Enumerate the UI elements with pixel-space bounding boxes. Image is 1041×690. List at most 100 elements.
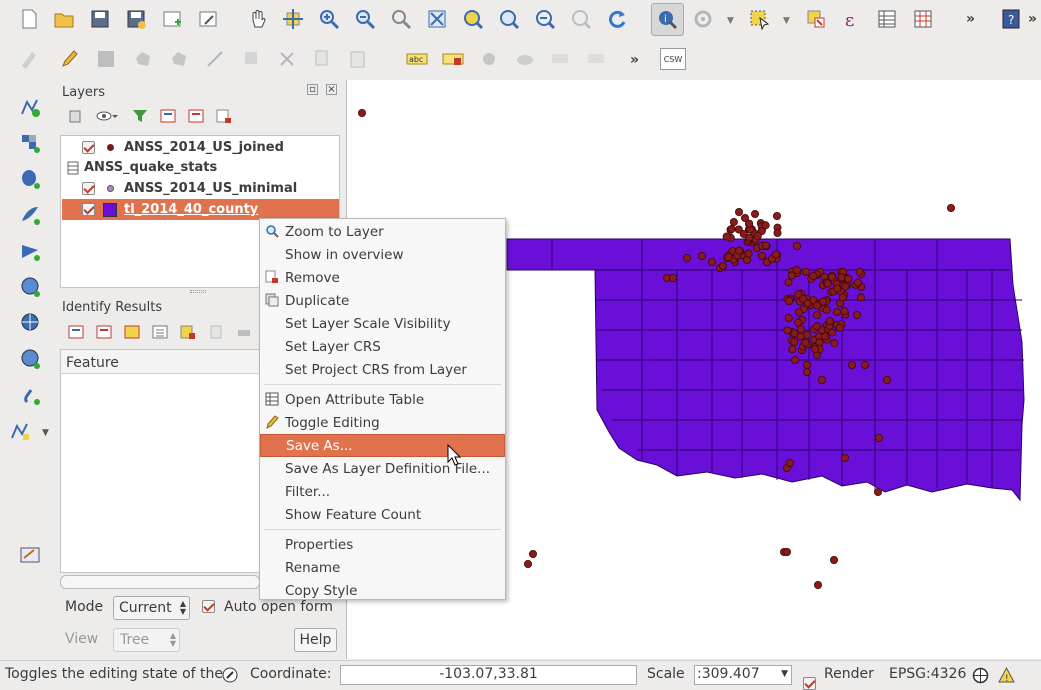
render-checkbox[interactable] bbox=[803, 676, 816, 690]
add-delimited-text-icon[interactable] bbox=[15, 380, 45, 410]
add-wcs-layer-icon[interactable] bbox=[15, 308, 45, 338]
layer-item-anss-stats[interactable]: ANSS_quake_stats bbox=[62, 157, 339, 178]
messages-warning-icon[interactable]: ! bbox=[998, 666, 1015, 688]
deselect-icon[interactable] bbox=[801, 4, 831, 34]
float-panel-icon[interactable]: ▫ bbox=[307, 84, 318, 95]
menu-item-show-feature-count[interactable]: Show Feature Count bbox=[260, 503, 505, 526]
copy-features-icon[interactable] bbox=[307, 44, 337, 74]
crs-globe-icon[interactable] bbox=[972, 667, 989, 688]
zoom-last-icon[interactable] bbox=[530, 4, 560, 34]
collapse-tree-icon[interactable] bbox=[96, 324, 112, 344]
clear-results-icon[interactable] bbox=[180, 324, 196, 344]
menu-item-duplicate[interactable]: Duplicate bbox=[260, 289, 505, 312]
delete-selected-icon[interactable] bbox=[237, 44, 267, 74]
menu-item-remove[interactable]: Remove bbox=[260, 266, 505, 289]
menu-item-set-layer-crs[interactable]: Set Layer CRS bbox=[260, 335, 505, 358]
layer-visibility-checkbox[interactable] bbox=[82, 203, 95, 216]
layer-labeling-icon[interactable] bbox=[438, 44, 468, 74]
paste-features-icon[interactable] bbox=[343, 44, 373, 74]
identify-features-icon[interactable]: i bbox=[651, 3, 684, 36]
menu-item-save-as[interactable]: Save As... bbox=[260, 434, 505, 457]
open-form-icon[interactable] bbox=[152, 324, 168, 344]
add-spatialite-layer-icon[interactable] bbox=[15, 200, 45, 230]
menu-item-open-attribute-table[interactable]: Open Attribute Table bbox=[260, 388, 505, 411]
attribute-table-icon[interactable] bbox=[872, 4, 902, 34]
help-icon[interactable]: ? bbox=[996, 4, 1026, 34]
zoom-next-icon[interactable] bbox=[566, 4, 596, 34]
help-button[interactable]: Help bbox=[294, 628, 337, 652]
pan-hand-icon[interactable] bbox=[243, 4, 273, 34]
expression-select-icon[interactable]: ε bbox=[836, 4, 866, 34]
panel-splitter[interactable] bbox=[190, 290, 206, 293]
field-calculator-icon[interactable] bbox=[908, 4, 938, 34]
layer-item-anss-joined[interactable]: ANSS_2014_US_joined bbox=[62, 137, 339, 158]
digitize-tools-icon[interactable] bbox=[14, 44, 44, 74]
manage-visibility-icon[interactable] bbox=[96, 108, 118, 128]
zoom-native-icon[interactable] bbox=[386, 4, 416, 34]
menu-item-set-layer-scale-visibility[interactable]: Set Layer Scale Visibility bbox=[260, 312, 505, 335]
move-feature-icon[interactable] bbox=[164, 44, 194, 74]
menu-item-save-as-layer-definition-file[interactable]: Save As Layer Definition File... bbox=[260, 457, 505, 480]
label-abc-icon[interactable]: abc bbox=[402, 44, 432, 74]
run-feature-action-icon[interactable] bbox=[688, 4, 718, 34]
expand-all-icon[interactable] bbox=[160, 108, 176, 128]
auto-open-checkbox[interactable] bbox=[202, 600, 215, 613]
move-label-icon[interactable] bbox=[546, 44, 576, 74]
print-icon[interactable] bbox=[236, 324, 252, 344]
rotate-label-icon[interactable] bbox=[582, 44, 612, 74]
add-group-icon[interactable] bbox=[68, 108, 84, 128]
toolbar-overflow-icon[interactable]: » bbox=[966, 11, 975, 27]
menu-item-rename[interactable]: Rename bbox=[260, 556, 505, 579]
dropdown-arrow-icon[interactable]: ▼ bbox=[727, 16, 734, 26]
menu-item-filter[interactable]: Filter... bbox=[260, 480, 505, 503]
pan-to-selection-icon[interactable] bbox=[278, 4, 308, 34]
add-raster-layer-icon[interactable] bbox=[15, 128, 45, 158]
add-wfs-layer-icon[interactable] bbox=[15, 344, 45, 374]
add-mssql-layer-icon[interactable] bbox=[15, 236, 45, 266]
pin-labels-icon[interactable] bbox=[474, 44, 504, 74]
zoom-in-icon[interactable] bbox=[314, 4, 344, 34]
new-shapefile-icon[interactable] bbox=[5, 416, 35, 446]
add-postgis-layer-icon[interactable] bbox=[15, 164, 45, 194]
menu-item-zoom-to-layer[interactable]: Zoom to Layer bbox=[260, 220, 505, 243]
refresh-icon[interactable] bbox=[602, 4, 632, 34]
dropdown-arrow-icon[interactable]: ▼ bbox=[783, 16, 790, 26]
zoom-out-icon[interactable] bbox=[350, 4, 380, 34]
zoom-full-icon[interactable] bbox=[422, 4, 452, 34]
csw-button[interactable]: CSW bbox=[660, 48, 686, 70]
new-project-icon[interactable] bbox=[14, 4, 44, 34]
mode-select[interactable]: Current ▲ ▼ bbox=[113, 596, 190, 620]
layer-item-anss-minimal[interactable]: ANSS_2014_US_minimal bbox=[62, 178, 339, 199]
composer-manager-icon[interactable] bbox=[193, 4, 223, 34]
crs-status[interactable]: EPSG:4326 bbox=[889, 666, 966, 682]
layer-item-county[interactable]: tl_2014_40_county bbox=[62, 199, 339, 220]
save-edits-icon[interactable] bbox=[91, 44, 121, 74]
toolbar-overflow-icon[interactable]: » bbox=[630, 52, 639, 68]
cut-features-icon[interactable] bbox=[272, 44, 302, 74]
toggle-editing-pencil-icon[interactable] bbox=[55, 44, 85, 74]
zoom-to-selection-icon[interactable] bbox=[458, 4, 488, 34]
menu-item-set-project-crs-from-layer[interactable]: Set Project CRS from Layer bbox=[260, 358, 505, 381]
filter-legend-icon[interactable] bbox=[132, 108, 148, 128]
layer-visibility-checkbox[interactable] bbox=[82, 182, 95, 195]
menu-item-show-in-overview[interactable]: Show in overview bbox=[260, 243, 505, 266]
menu-item-copy-style[interactable]: Copy Style bbox=[260, 579, 505, 602]
coordinate-field[interactable]: -103.07,33.81 bbox=[340, 665, 637, 685]
save-project-icon[interactable] bbox=[85, 4, 115, 34]
python-console-icon[interactable] bbox=[15, 540, 45, 570]
node-tool-icon[interactable] bbox=[200, 44, 230, 74]
remove-layer-icon[interactable] bbox=[216, 108, 232, 128]
menu-item-toggle-editing[interactable]: Toggle Editing bbox=[260, 411, 505, 434]
view-select[interactable]: Tree ▲ ▼ bbox=[113, 628, 180, 652]
select-features-icon[interactable] bbox=[744, 4, 774, 34]
close-panel-icon[interactable]: × bbox=[326, 84, 337, 95]
new-print-composer-icon[interactable] bbox=[157, 4, 187, 34]
save-as-icon[interactable] bbox=[121, 4, 151, 34]
layer-visibility-checkbox[interactable] bbox=[82, 141, 95, 154]
zoom-to-layer-icon[interactable] bbox=[494, 4, 524, 34]
add-wms-layer-icon[interactable] bbox=[15, 272, 45, 302]
collapse-all-icon[interactable] bbox=[188, 108, 204, 128]
scale-combo[interactable]: :309.407 ▼ bbox=[694, 665, 792, 685]
expand-new-icon[interactable] bbox=[124, 324, 140, 344]
show-hide-labels-icon[interactable] bbox=[510, 44, 540, 74]
